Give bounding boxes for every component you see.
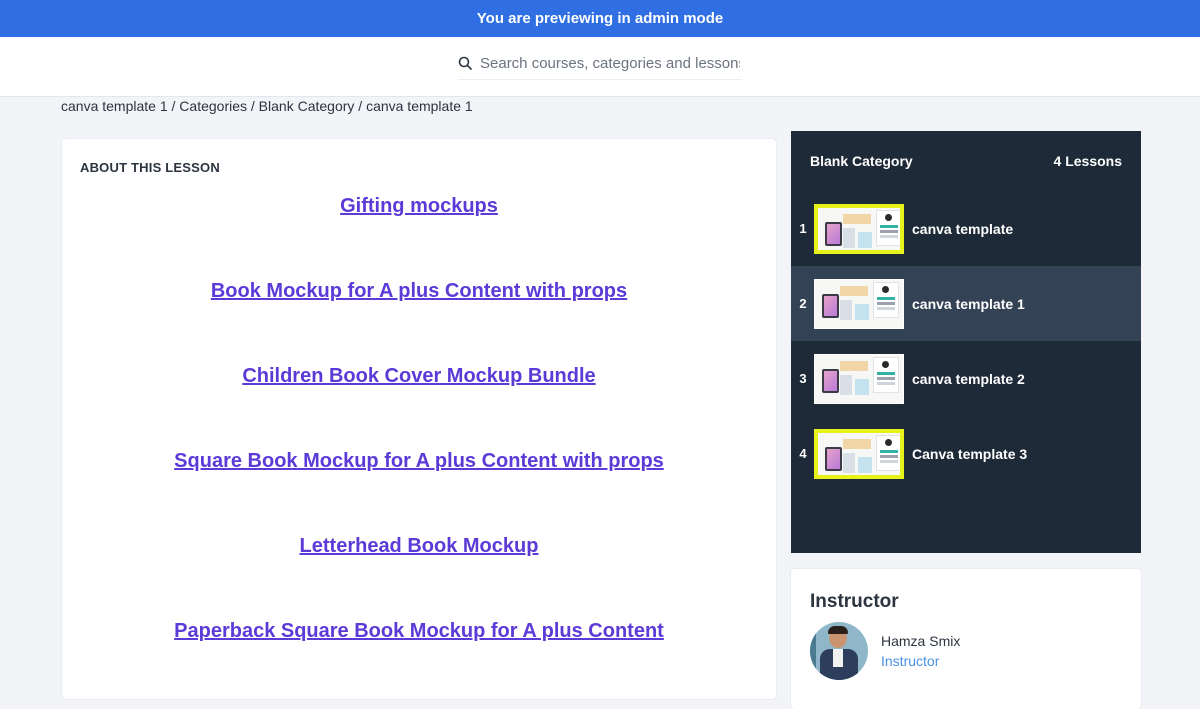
breadcrumb: canva template 1 / Categories / Blank Ca… xyxy=(61,98,473,114)
admin-preview-banner: You are previewing in admin mode xyxy=(0,0,1200,37)
breadcrumb-course[interactable]: canva template 1 xyxy=(61,98,168,114)
lesson-item-2[interactable]: 2 canva template 1 xyxy=(791,266,1141,341)
lesson-item-1[interactable]: 1 canva template xyxy=(791,191,1141,266)
lesson-link-gifting-mockups[interactable]: Gifting mockups xyxy=(62,193,776,278)
sidebar-header: Blank Category 4 Lessons xyxy=(791,131,1141,191)
breadcrumb-current: canva template 1 xyxy=(366,98,473,114)
lesson-thumbnail xyxy=(814,353,904,404)
search-icon xyxy=(458,56,472,70)
lesson-thumbnail xyxy=(814,428,904,479)
instructor-name: Hamza Smix xyxy=(881,633,961,649)
avatar xyxy=(810,622,868,680)
lesson-sidebar: Blank Category 4 Lessons 1 canva templat… xyxy=(791,131,1141,553)
lesson-thumbnail xyxy=(814,278,904,329)
instructor-heading: Instructor xyxy=(810,591,899,612)
lesson-title: canva template 2 xyxy=(912,370,1025,387)
lesson-thumbnail xyxy=(814,203,904,254)
lesson-item-3[interactable]: 3 canva template 2 xyxy=(791,341,1141,416)
lesson-count: 4 Lessons xyxy=(1053,153,1122,169)
lesson-link-square-book-mockup[interactable]: Square Book Mockup for A plus Content wi… xyxy=(62,448,776,533)
breadcrumb-separator: / xyxy=(358,98,363,114)
lesson-link-book-mockup-a-plus[interactable]: Book Mockup for A plus Content with prop… xyxy=(62,278,776,363)
sidebar-category-title: Blank Category xyxy=(810,153,913,169)
instructor-card: Instructor Hamza Smix Instructor xyxy=(791,569,1141,709)
breadcrumb-category[interactable]: Blank Category xyxy=(259,98,355,114)
lesson-link-children-book-cover[interactable]: Children Book Cover Mockup Bundle xyxy=(62,363,776,448)
lesson-number: 4 xyxy=(799,446,807,461)
lesson-link-letterhead-book[interactable]: Letterhead Book Mockup xyxy=(62,533,776,618)
lesson-title: canva template 1 xyxy=(912,295,1025,312)
instructor-role: Instructor xyxy=(881,653,940,669)
search-bar xyxy=(0,37,1200,97)
lesson-item-4[interactable]: 4 Canva template 3 xyxy=(791,416,1141,491)
breadcrumb-separator: / xyxy=(250,98,255,114)
lesson-title: canva template xyxy=(912,220,1014,237)
search-box[interactable] xyxy=(458,53,742,80)
breadcrumb-separator: / xyxy=(171,98,176,114)
search-input[interactable] xyxy=(478,53,742,73)
lesson-content-card: ABOUT THIS LESSON Gifting mockups Book M… xyxy=(62,139,776,699)
lesson-number: 3 xyxy=(799,371,807,386)
lesson-number: 2 xyxy=(799,296,807,311)
lesson-link-paperback-square-book[interactable]: Paperback Square Book Mockup for A plus … xyxy=(62,618,776,703)
breadcrumb-categories[interactable]: Categories xyxy=(179,98,247,114)
lesson-title: Canva template 3 xyxy=(912,445,1028,462)
admin-preview-text: You are previewing in admin mode xyxy=(476,10,724,27)
lesson-number: 1 xyxy=(799,221,807,236)
lesson-links: Gifting mockups Book Mockup for A plus C… xyxy=(62,193,776,703)
about-lesson-heading: ABOUT THIS LESSON xyxy=(80,160,220,175)
